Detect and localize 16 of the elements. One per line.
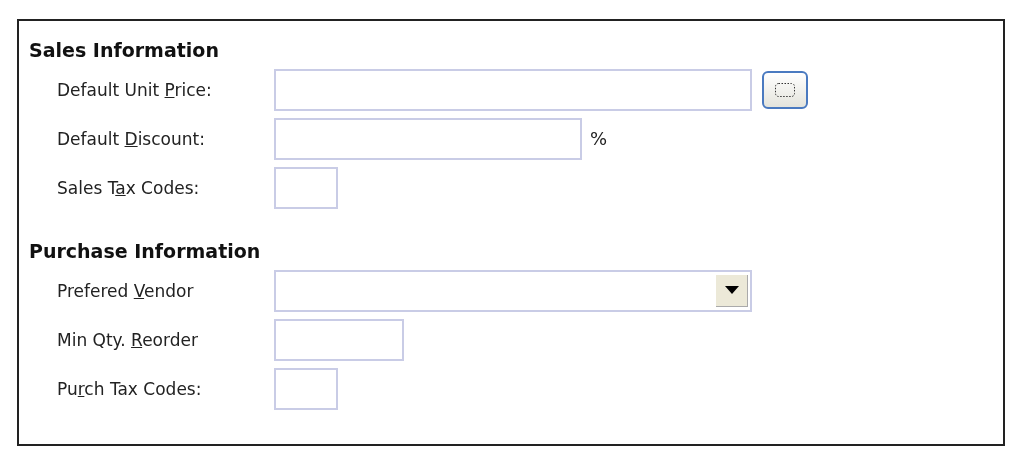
input-field[interactable]	[274, 166, 338, 209]
input-field[interactable]	[274, 367, 338, 410]
browse-button[interactable]	[762, 70, 808, 109]
section-title: Purchase Information	[29, 239, 262, 264]
percent-sign: %	[590, 128, 608, 149]
dropdown-field[interactable]	[274, 269, 752, 312]
input-field[interactable]	[274, 117, 582, 160]
field-label: Purch Tax Codes:	[56, 378, 203, 399]
input-field[interactable]	[274, 318, 404, 361]
field-label: Default Unit Price:	[56, 79, 213, 100]
section-title: Sales Information	[29, 38, 220, 63]
field-label: Min Qty. Reorder	[56, 329, 199, 350]
input-field[interactable]	[274, 68, 752, 111]
field-label: Sales Tax Codes:	[56, 177, 201, 198]
field-label: Default Discount:	[56, 128, 206, 149]
field-label: Prefered Vendor	[56, 280, 195, 301]
